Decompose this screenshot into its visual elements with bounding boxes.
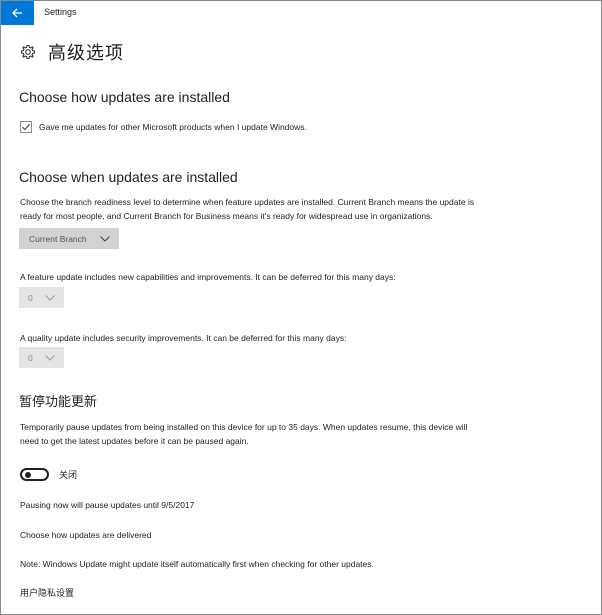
other-products-checkbox-row[interactable]: Gave me updates for other Microsoft prod…	[20, 121, 307, 133]
branch-readiness-value: Current Branch	[29, 234, 87, 244]
gear-icon	[20, 44, 36, 60]
pause-toggle-row: 关闭	[20, 468, 77, 481]
chevron-down-icon	[100, 236, 110, 242]
pause-info-text: Pausing now will pause updates until 9/5…	[20, 500, 195, 510]
other-products-checkbox[interactable]	[20, 121, 32, 133]
toggle-knob	[25, 472, 31, 478]
chevron-down-icon	[45, 355, 55, 361]
window-title: Settings	[44, 7, 77, 17]
branch-description: Choose the branch readiness level to det…	[20, 195, 474, 223]
back-arrow-icon	[12, 8, 22, 18]
quality-update-text: A quality update includes security impro…	[20, 333, 347, 343]
settings-window: Settings 高级选项 Choose how updates are ins…	[0, 0, 602, 615]
feature-defer-days-value: 0	[28, 293, 33, 303]
chevron-down-icon	[45, 295, 55, 301]
feature-defer-days-dropdown[interactable]: 0	[19, 287, 64, 308]
pause-toggle-label: 关闭	[59, 471, 78, 481]
pause-description-line-1: Temporarily pause updates from being ins…	[20, 422, 468, 432]
page-header: 高级选项	[20, 39, 124, 65]
feature-update-text: A feature update includes new capabiliti…	[20, 272, 396, 282]
checkmark-icon	[22, 123, 31, 131]
quality-defer-days-dropdown[interactable]: 0	[19, 347, 64, 368]
quality-defer-days-value: 0	[28, 353, 33, 363]
other-products-checkbox-label: Gave me updates for other Microsoft prod…	[39, 122, 307, 132]
install-section-title: Choose how updates are installed	[19, 89, 230, 105]
when-section-title: Choose when updates are installed	[19, 169, 238, 185]
title-bar: Settings	[1, 1, 601, 25]
back-button[interactable]	[1, 1, 34, 25]
pause-description-line-2: need to get the latest updates before it…	[20, 436, 249, 446]
branch-description-line-2: ready for most people, and Current Branc…	[20, 211, 433, 221]
page-title: 高级选项	[48, 43, 124, 64]
pause-section-title: 暂停功能更新	[19, 395, 98, 410]
pause-description: Temporarily pause updates from being ins…	[20, 420, 467, 448]
update-note-text: Note: Windows Update might update itself…	[20, 559, 374, 569]
privacy-settings-link[interactable]: 用户隐私设置	[20, 586, 74, 599]
delivery-options-link[interactable]: Choose how updates are delivered	[20, 530, 151, 540]
pause-updates-toggle[interactable]	[20, 468, 49, 481]
branch-description-line-1: Choose the branch readiness level to det…	[20, 197, 475, 207]
branch-readiness-dropdown[interactable]: Current Branch	[19, 228, 119, 249]
